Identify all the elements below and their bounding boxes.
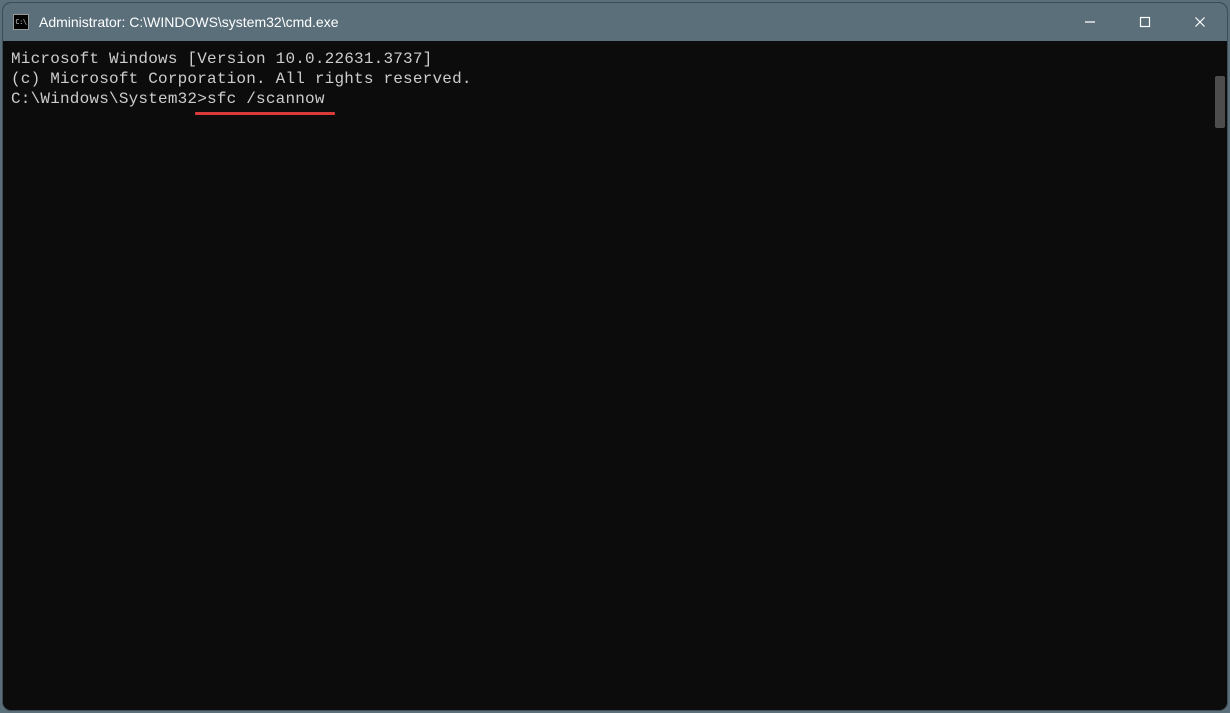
close-button[interactable] — [1172, 3, 1227, 41]
minimize-icon — [1084, 16, 1096, 28]
close-icon — [1194, 16, 1206, 28]
prompt-line: C:\Windows\System32>sfc /scannow — [11, 89, 325, 109]
terminal-output[interactable]: Microsoft Windows [Version 10.0.22631.37… — [3, 41, 1209, 710]
annotation-underline — [195, 112, 335, 115]
minimize-button[interactable] — [1062, 3, 1117, 41]
prompt-text: C:\Windows\System32> — [11, 90, 207, 108]
maximize-button[interactable] — [1117, 3, 1172, 41]
copyright-line: (c) Microsoft Corporation. All rights re… — [11, 69, 1201, 89]
window-title: Administrator: C:\WINDOWS\system32\cmd.e… — [39, 14, 1062, 30]
scrollbar[interactable] — [1209, 41, 1227, 710]
cmd-icon: C:\ — [13, 14, 29, 30]
titlebar[interactable]: C:\ Administrator: C:\WINDOWS\system32\c… — [3, 3, 1227, 41]
maximize-icon — [1139, 16, 1151, 28]
terminal-body: Microsoft Windows [Version 10.0.22631.37… — [3, 41, 1227, 710]
cmd-window: C:\ Administrator: C:\WINDOWS\system32\c… — [3, 3, 1227, 710]
version-line: Microsoft Windows [Version 10.0.22631.37… — [11, 49, 1201, 69]
scrollbar-thumb[interactable] — [1215, 76, 1225, 128]
command-text: sfc /scannow — [207, 90, 325, 108]
window-controls — [1062, 3, 1227, 41]
